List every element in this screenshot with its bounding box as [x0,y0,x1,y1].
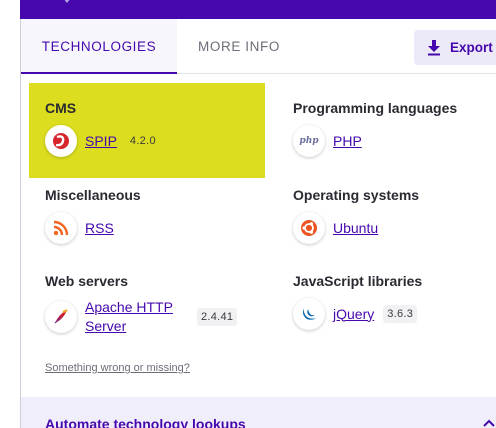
technology-link-ubuntu[interactable]: Ubuntu [333,219,378,238]
category-title-cms: CMS [45,100,77,116]
technology-link-rss[interactable]: RSS [85,219,114,238]
technology-item-jquery: jQuery 3.6.3 [293,298,418,330]
spip-logo-icon [45,125,77,157]
tab-technologies[interactable]: TECHNOLOGIES [21,19,177,74]
technology-version-jquery: 3.6.3 [383,305,418,323]
technology-item-spip: SPIP 4.2.0 [45,125,160,157]
tab-more-info[interactable]: MORE INFO [177,19,301,74]
technology-link-apache[interactable]: Apache HTTP Server [85,298,173,336]
download-icon [428,40,440,56]
technology-link-jquery[interactable]: jQuery [333,305,374,324]
technology-version-spip: 4.2.0 [129,135,156,147]
category-title-miscellaneous: Miscellaneous [45,187,141,203]
header-bar [20,0,496,19]
technology-item-rss: RSS [45,212,114,244]
ubuntu-logo-icon [293,212,325,244]
export-button[interactable]: Export [414,30,496,65]
technology-link-spip[interactable]: SPIP [85,132,117,151]
export-button-label: Export [450,40,493,55]
jquery-logo-icon [293,298,325,330]
wappalyzer-logo-icon [64,0,70,3]
technology-name-line: Apache HTTP [85,299,173,315]
category-title-operating-systems: Operating systems [293,187,420,203]
automate-lookups-title: Automate technology lookups [45,416,246,428]
apache-feather-icon [45,301,77,333]
rss-icon [45,212,77,244]
automate-lookups-panel[interactable]: Automate technology lookups [21,397,496,428]
technology-name-line: Server [85,318,127,334]
php-logo-text: php [299,136,319,146]
php-logo-icon: php [293,125,325,157]
technology-item-apache: Apache HTTP Server 2.4.41 [45,298,238,336]
chevron-up-icon[interactable] [482,417,496,428]
category-title-javascript-libraries: JavaScript libraries [293,273,423,289]
report-issue-link[interactable]: Something wrong or missing? [45,362,190,374]
technology-item-ubuntu: Ubuntu [293,212,378,244]
technology-link-php[interactable]: PHP [333,132,362,151]
technology-item-php: php PHP [293,125,362,157]
category-title-programming-languages: Programming languages [293,100,458,116]
technology-version-apache: 2.4.41 [196,308,238,326]
category-title-web-servers: Web servers [45,273,129,289]
